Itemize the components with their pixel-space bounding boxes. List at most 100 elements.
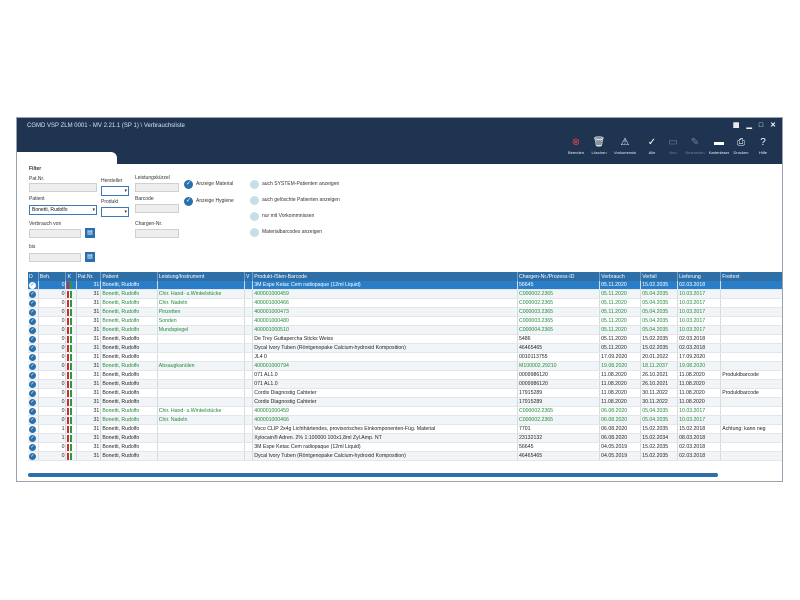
calendar-icon[interactable]: ▤	[85, 252, 95, 262]
freitext-cell	[720, 406, 782, 416]
table-row[interactable]: ✓ 0 31 Bonetti, Rudolfo Dycal Ivory Tuben (R…	[28, 451, 782, 461]
beh-cell: 0	[38, 307, 67, 317]
beenden-button[interactable]: ⊗ Beenden	[565, 136, 587, 155]
table-row[interactable]: ✓ 0 31 Bonetti, Rudolfo JL4 0 0010113755 17.09…	[28, 352, 782, 362]
green-status-icon	[70, 290, 73, 298]
column-header[interactable]: D	[28, 272, 39, 281]
verbrauch-cell: 05.11.2020	[599, 343, 642, 353]
column-header[interactable]: K	[65, 272, 77, 281]
verfall-cell: 15.02.2035	[640, 442, 679, 452]
table-row[interactable]: ✓ 0 31 Bonetti, Rudolfo 071 AL1.0 0009986120 1…	[28, 370, 782, 380]
beh-cell: 0	[38, 451, 67, 461]
verfall-cell: 30.11.2022	[640, 397, 679, 407]
k-cell	[65, 442, 77, 452]
pat-nr-cell: 31	[76, 451, 102, 461]
alle-button[interactable]: ✓ Alle	[641, 136, 663, 155]
charge-cell: 0009986120	[517, 370, 601, 380]
done-cell: ✓	[28, 424, 39, 434]
table-row[interactable]: ✓ 0 31 Bonetti, Rudolfo Chir. Hand- u.Winkel…	[28, 406, 782, 416]
calendar-icon[interactable]: ▤	[85, 228, 95, 238]
column-header[interactable]: Verfall	[640, 272, 679, 281]
freitext-cell	[720, 343, 782, 353]
produkt-cell: Dycal Ivory Tuben (Röntgenopake Calcium-…	[252, 343, 519, 353]
v-cell	[244, 334, 254, 344]
v-cell	[244, 307, 254, 317]
column-header[interactable]: Patient	[100, 272, 158, 281]
table-row[interactable]: ✓ 0 31 Bonetti, Rudolfo 3M Espe Ketac Cem ra…	[28, 281, 782, 290]
table-row[interactable]: ✓ 0 31 Bonetti, Rudolfo Chir. Hand- u.Winkel…	[28, 289, 782, 299]
leistung-cell	[157, 281, 246, 290]
table-row[interactable]: ✓ 0 31 Bonetti, Rudolfo Mundspiegel 400001000…	[28, 325, 782, 335]
produkt-cell: 071 AL1.0	[252, 370, 519, 380]
bis-input[interactable]	[29, 253, 81, 262]
close-icon[interactable]: ✕	[770, 118, 776, 134]
green-status-icon	[70, 299, 73, 307]
table-row[interactable]: ✓ 0 31 Bonetti, Rudolfo Pinzetten 40000100047…	[28, 307, 782, 317]
done-cell: ✓	[28, 352, 39, 362]
table-row[interactable]: ✓ 0 31 Bonetti, Rudolfo De Trey Guttapercha …	[28, 334, 782, 344]
table-row[interactable]: ✓ 0 31 Bonetti, Rudolfo Cordis Diagnostig Ca…	[28, 388, 782, 398]
done-cell: ✓	[28, 379, 39, 389]
column-header[interactable]: V	[244, 272, 254, 281]
column-header[interactable]: Produkt-/Sten-Barcode	[252, 272, 519, 281]
column-header[interactable]: Chargen-Nr./Prozess-ID	[517, 272, 601, 281]
table-row[interactable]: ✓ 0 31 Bonetti, Rudolfo Absaugkanülen 4000010…	[28, 361, 782, 371]
table-row[interactable]: ✓ 1 31 Bonetti, Rudolfo Voco CLIP 2x4g Licht…	[28, 424, 782, 434]
column-header[interactable]: Leistung/Instrument	[157, 272, 246, 281]
k-cell	[65, 370, 77, 380]
table-row[interactable]: ✓ 0 31 Bonetti, Rudolfo 071 AL1.0 0009986120 1…	[28, 379, 782, 389]
freitext-cell	[720, 379, 782, 389]
table-row[interactable]: ✓ 0 31 Bonetti, Rudolfo 3M Espe Ketac Cem ra…	[28, 442, 782, 452]
table-row[interactable]: ✓ 0 31 Bonetti, Rudolfo Chir. Nadeln 40000100…	[28, 298, 782, 308]
patient-cell: Bonetti, Rudolfo	[100, 433, 158, 443]
leistungskurzel-input[interactable]	[135, 183, 179, 192]
minimize-icon[interactable]: ▁	[747, 118, 752, 134]
leistung-cell	[157, 397, 246, 407]
bearbeiten-button[interactable]: ✎ Bearbeiten	[684, 136, 706, 155]
barcode-input[interactable]	[135, 204, 179, 213]
table-row[interactable]: ✓ 0 31 Bonetti, Rudolfo Cordis Diagnostig Ca…	[28, 397, 782, 407]
patient-select[interactable]: Bonetti, Rudolfo ▾	[29, 205, 97, 215]
green-status-icon	[70, 335, 73, 343]
hersteller-select[interactable]: ▾	[101, 186, 129, 196]
charge-cell: 5486	[517, 334, 601, 344]
neu-button[interactable]: ▭ Neu	[662, 136, 684, 155]
red-status-icon	[67, 299, 70, 307]
column-header[interactable]: Lieferung	[677, 272, 722, 281]
v-cell	[244, 442, 254, 452]
produkt-cell: 400001000466	[252, 298, 519, 308]
maximize-icon[interactable]: □	[759, 118, 763, 134]
charge-cell: 46465465	[517, 343, 601, 353]
filter-tab	[17, 152, 117, 164]
red-status-icon	[67, 281, 70, 289]
kartenleser-button[interactable]: ▬ Kartenleser	[708, 136, 730, 155]
horizontal-scrollbar[interactable]	[28, 473, 718, 477]
red-status-icon	[67, 380, 70, 388]
verfall-cell: 15.02.2035	[640, 451, 679, 461]
column-header[interactable]: Pat.Nr.	[76, 272, 102, 281]
v-cell	[244, 298, 254, 308]
keyboard-icon[interactable]: ▦	[733, 118, 740, 134]
table-row[interactable]: ✓ 0 31 Bonetti, Rudolfo Sonden 400001000480 C0…	[28, 316, 782, 326]
loeschen-button[interactable]: 🗑 Löschen	[588, 136, 610, 155]
beh-cell: 1	[38, 424, 67, 434]
column-header[interactable]: Beh.	[38, 272, 67, 281]
produkt-select[interactable]: ▾	[101, 207, 129, 217]
drucken-button[interactable]: ⎙ Drucken	[730, 136, 752, 155]
table-row[interactable]: ✓ 0 31 Bonetti, Rudolfo Dycal Ivory Tuben (R…	[28, 343, 782, 353]
done-cell: ✓	[28, 298, 39, 308]
verbrauch-von-input[interactable]	[29, 229, 81, 238]
hilfe-label: Hilfe	[758, 150, 767, 155]
verfall-cell: 15.02.2035	[640, 343, 679, 353]
table-row[interactable]: ✓ 1 31 Bonetti, Rudolfo Xylocain® Adren. 2% …	[28, 433, 782, 443]
vorkommnis-button[interactable]: ⚠ Vorkommnis	[614, 136, 636, 155]
verbrauch-cell: 19.08.2020	[599, 361, 642, 371]
chargen-nr-input[interactable]	[135, 229, 179, 238]
patient-cell: Bonetti, Rudolfo	[100, 352, 158, 362]
column-header[interactable]: Freitext	[720, 272, 782, 281]
column-header[interactable]: Verbrauch	[599, 272, 642, 281]
hilfe-button[interactable]: ? Hilfe	[752, 136, 774, 155]
freitext-cell	[720, 352, 782, 362]
table-row[interactable]: ✓ 0 31 Bonetti, Rudolfo Chir. Nadeln 40000100…	[28, 415, 782, 425]
pat-nr-input[interactable]	[29, 183, 97, 192]
